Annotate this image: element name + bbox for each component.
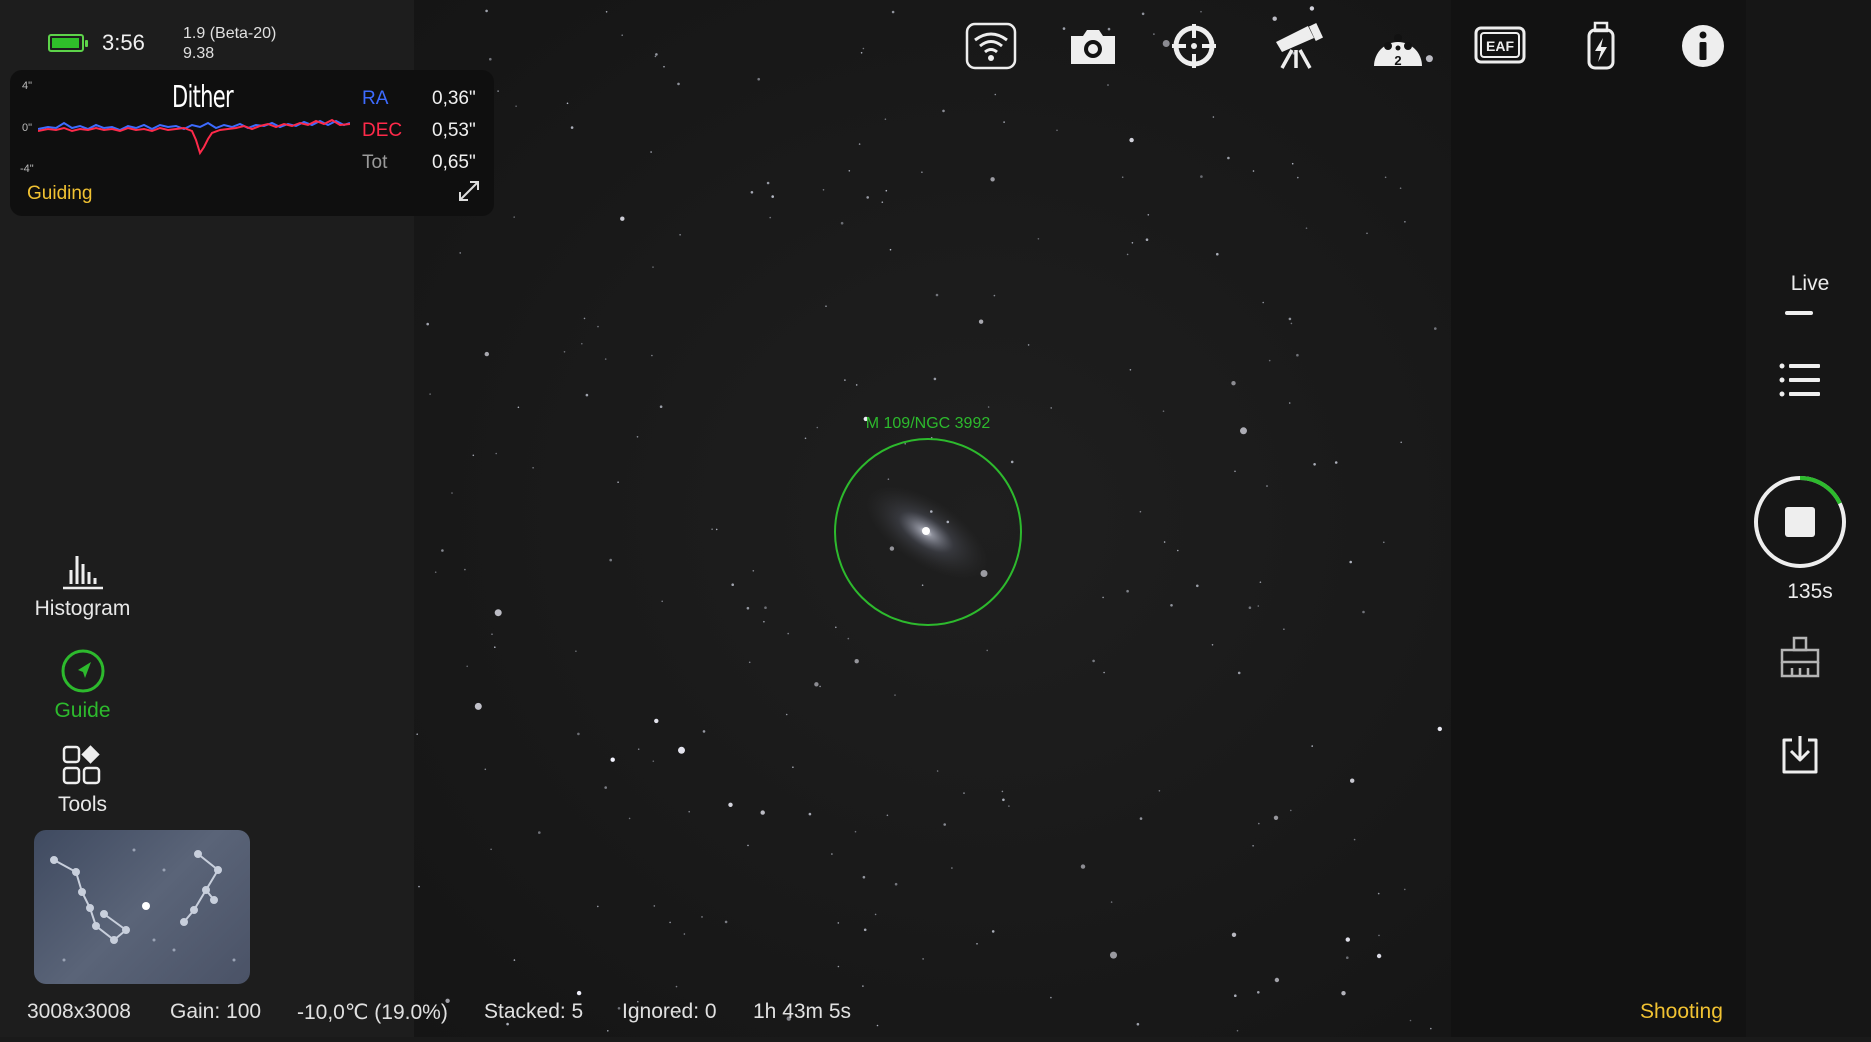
histogram-button[interactable]: Histogram <box>20 552 145 621</box>
eaf-button[interactable]: EAF <box>1472 20 1528 72</box>
exposure-time: 135s <box>1787 580 1833 603</box>
tools-button[interactable]: Tools <box>20 744 145 817</box>
live-tab[interactable]: Live <box>1760 272 1860 296</box>
camera-icon <box>1071 30 1115 64</box>
sky-map-thumbnail[interactable] <box>34 830 250 984</box>
power-icon <box>1587 21 1615 70</box>
axis-top-label: 4" <box>22 80 33 92</box>
constellation-map <box>50 848 236 962</box>
download-icon <box>1782 736 1818 774</box>
stop-capture-button[interactable] <box>1752 474 1848 575</box>
ra-value: 0,36" <box>432 88 476 109</box>
clear-button[interactable] <box>1778 636 1822 683</box>
temperature-text: -10,0℃ (19.0%) <box>297 1001 448 1024</box>
clock: 3:56 <box>102 30 145 55</box>
tools-icon <box>62 745 100 785</box>
info-icon <box>1682 25 1724 67</box>
dec-value: 0,53" <box>432 120 476 141</box>
tot-label: Tot <box>362 152 388 173</box>
ignored-count: Ignored: 0 <box>622 1000 717 1023</box>
eaf-label: EAF <box>1486 38 1514 54</box>
target-label: M 109/NGC 3992 <box>866 415 991 432</box>
expand-icon[interactable] <box>456 178 482 204</box>
menu-button[interactable] <box>1778 360 1822 405</box>
ra-label: RA <box>362 88 389 109</box>
info-button[interactable] <box>1675 20 1731 72</box>
list-icon <box>1779 363 1820 397</box>
app-root: M 109/NGC 3992 3:56 1.9 (Beta-20) 9.38 4… <box>0 0 1871 1037</box>
dec-label: DEC <box>362 120 403 141</box>
filter-wheel-button[interactable]: 2 <box>1370 20 1426 72</box>
version-line: 1.9 (Beta-20) <box>183 25 277 42</box>
capture-progress-ring <box>1754 476 1846 568</box>
galaxy-core <box>922 527 930 535</box>
filter-wheel-badge: 2 <box>1394 53 1401 68</box>
guide-icon <box>61 649 104 693</box>
guide-label: Guide <box>54 699 111 722</box>
axis-bottom-label: -4" <box>20 163 34 175</box>
crosshair-icon <box>1172 24 1216 68</box>
telescope-icon <box>1276 23 1324 69</box>
resolution-text: 3008x3008 <box>27 1000 131 1023</box>
tot-value: 0,65" <box>432 152 476 173</box>
download-button[interactable] <box>1778 732 1822 781</box>
histogram-icon <box>62 556 103 590</box>
plate-solve-button[interactable] <box>1166 20 1222 72</box>
status-bar: 3008x3008 Gain: 100 -10,0℃ (19.0%) Stack… <box>0 1000 1871 1037</box>
live-label: Live <box>1790 272 1830 295</box>
battery-icon <box>48 34 88 52</box>
guide-button[interactable]: Guide <box>20 648 145 723</box>
camera-button[interactable] <box>1065 20 1121 72</box>
tools-label: Tools <box>57 793 108 816</box>
elapsed-time: 1h 43m 5s <box>753 1000 852 1023</box>
mount-button[interactable] <box>1268 20 1324 72</box>
eaf-icon: EAF <box>1474 26 1526 64</box>
power-button[interactable] <box>1573 20 1629 72</box>
axis-zero-label: 0" <box>22 122 33 134</box>
histogram-label: Histogram <box>34 597 131 620</box>
stop-icon <box>1785 507 1815 537</box>
gain-text: Gain: 100 <box>170 1000 262 1023</box>
wifi-icon <box>965 22 1017 70</box>
guide-graph-plot <box>38 118 350 156</box>
target-overlay: M 109/NGC 3992 <box>834 415 1022 626</box>
live-tab-indicator <box>1785 311 1813 315</box>
guiding-status: Guiding <box>27 183 93 204</box>
version-info: 1.9 (Beta-20) 9.38 <box>183 24 276 64</box>
shooting-status: Shooting <box>1640 1000 1723 1023</box>
stacked-count: Stacked: 5 <box>484 1000 584 1023</box>
filter-wheel-icon: 2 <box>1374 34 1422 68</box>
wifi-button[interactable] <box>963 20 1019 72</box>
version-build: 9.38 <box>183 45 215 62</box>
brush-icon <box>1780 636 1820 678</box>
sky-image-view[interactable]: M 109/NGC 3992 <box>414 0 1451 1037</box>
